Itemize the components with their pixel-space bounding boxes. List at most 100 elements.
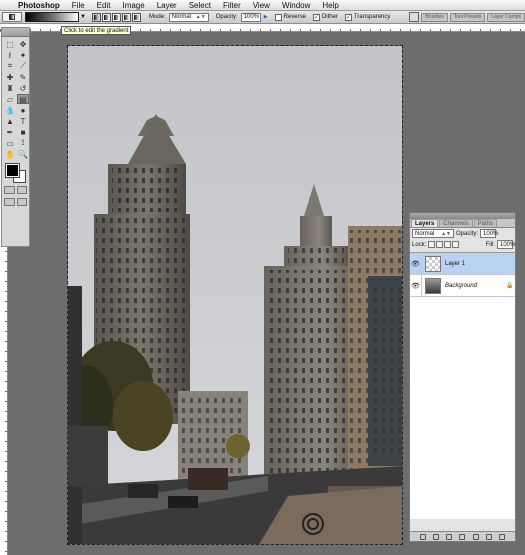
mode-label: Mode: bbox=[149, 14, 166, 20]
reverse-box[interactable] bbox=[274, 13, 282, 21]
layer-opacity-value: 100% bbox=[483, 230, 499, 237]
lock-position-icon[interactable] bbox=[444, 241, 452, 248]
visibility-eye-icon[interactable]: 👁 bbox=[410, 252, 422, 275]
tools-panel: ⬚ ✥ ℓ ✦ ⌗ ⟋ ✚ ✎ ♜ ↺ ▱ ▤ 💧 ● ▲ T ✒ ■ ▭ ⟟ … bbox=[1, 27, 30, 247]
blend-mode-select[interactable]: Normal ▲▼ bbox=[412, 229, 454, 238]
palette-well-icon[interactable] bbox=[409, 12, 420, 22]
layer-row-background[interactable]: 👁 Background 🔒 bbox=[410, 274, 515, 297]
eraser-tool-icon[interactable]: ▱ bbox=[4, 94, 16, 104]
foreground-color-swatch[interactable] bbox=[5, 163, 20, 178]
fill-label: Fill: bbox=[485, 241, 495, 248]
new-layer-icon[interactable] bbox=[486, 533, 493, 540]
crop-tool-icon[interactable]: ⌗ bbox=[4, 61, 16, 71]
shape-tool-icon[interactable]: ■ bbox=[17, 127, 29, 137]
layer-name: Background bbox=[445, 282, 478, 289]
menu-view[interactable]: View bbox=[253, 1, 270, 10]
diamond-gradient-button[interactable] bbox=[132, 12, 141, 22]
lock-pixels-icon[interactable] bbox=[436, 241, 444, 248]
angle-gradient-button[interactable] bbox=[112, 12, 121, 22]
dither-checkbox[interactable]: ✓ Dither bbox=[312, 13, 338, 21]
tool-preset-picker[interactable] bbox=[2, 12, 22, 22]
opacity-field[interactable]: 100% bbox=[240, 12, 261, 22]
gradient-editor-swatch[interactable]: ▼ bbox=[25, 12, 86, 22]
transparency-box[interactable]: ✓ bbox=[344, 13, 352, 21]
trash-icon[interactable] bbox=[499, 533, 506, 540]
opacity-value: 100% bbox=[243, 14, 260, 20]
eyedropper-tool-icon[interactable]: ⟟ bbox=[17, 138, 29, 148]
menu-window[interactable]: Window bbox=[282, 1, 310, 10]
city-buildings-photo bbox=[68, 46, 402, 544]
lock-icon: 🔒 bbox=[506, 283, 514, 289]
marquee-tool-icon[interactable]: ⬚ bbox=[4, 39, 16, 49]
layer-mask-icon[interactable] bbox=[446, 533, 453, 540]
move-tool-icon[interactable]: ✥ bbox=[17, 39, 29, 49]
menu-file[interactable]: File bbox=[72, 1, 85, 10]
lock-label: Lock: bbox=[412, 241, 427, 248]
radial-gradient-button[interactable] bbox=[102, 12, 111, 22]
layers-panel: Layers Channels Paths Normal ▲▼ Opacity: … bbox=[409, 212, 516, 542]
fill-field[interactable]: 100% bbox=[497, 240, 515, 249]
type-tool-icon[interactable]: T bbox=[17, 116, 29, 126]
layer-opacity-field[interactable]: 100% bbox=[480, 229, 499, 238]
select-arrows-icon: ▲▼ bbox=[195, 14, 206, 20]
well-tab-layer-comps[interactable]: Layer Comps bbox=[487, 12, 525, 22]
document-canvas[interactable] bbox=[67, 45, 403, 545]
layer-opacity-label: Opacity: bbox=[456, 230, 479, 237]
quick-mask-icon[interactable] bbox=[16, 186, 27, 194]
tab-layers[interactable]: Layers bbox=[411, 219, 439, 227]
menu-layer[interactable]: Layer bbox=[157, 1, 177, 10]
slice-tool-icon[interactable]: ⟋ bbox=[17, 61, 29, 71]
opacity-arrow-icon[interactable]: ▶ bbox=[264, 14, 268, 20]
screen-mode-icon[interactable] bbox=[4, 198, 15, 206]
lock-all-icon[interactable] bbox=[452, 241, 460, 248]
standard-mode-icon[interactable] bbox=[4, 186, 15, 194]
layer-style-icon[interactable] bbox=[432, 533, 439, 540]
gradient-tool-selected-icon[interactable]: ▤ bbox=[17, 94, 29, 104]
linear-gradient-button[interactable] bbox=[92, 12, 101, 22]
mode-select[interactable]: Normal ▲▼ bbox=[168, 12, 209, 22]
reverse-label: Reverse bbox=[283, 14, 306, 20]
transparency-checkbox[interactable]: ✓ Transparency bbox=[344, 13, 390, 21]
history-brush-tool-icon[interactable]: ↺ bbox=[17, 83, 29, 93]
path-selection-tool-icon[interactable]: ▲ bbox=[4, 116, 16, 126]
reverse-checkbox[interactable]: Reverse bbox=[274, 13, 306, 21]
visibility-eye-icon[interactable]: 👁 bbox=[410, 274, 422, 297]
layer-row-layer-1[interactable]: 👁 Layer 1 bbox=[410, 252, 515, 275]
blur-tool-icon[interactable]: 💧 bbox=[4, 105, 16, 115]
adjustment-layer-icon[interactable] bbox=[459, 533, 466, 540]
gradient-tooltip: Click to edit the gradient bbox=[61, 26, 132, 35]
menu-image[interactable]: Image bbox=[122, 1, 144, 10]
lasso-tool-icon[interactable]: ℓ bbox=[4, 50, 16, 60]
zoom-tool-icon[interactable]: 🔍 bbox=[17, 149, 29, 159]
well-tab-tool-presets[interactable]: Tool Presets bbox=[449, 12, 486, 22]
menu-select[interactable]: Select bbox=[189, 1, 211, 10]
clone-stamp-tool-icon[interactable]: ♜ bbox=[4, 83, 16, 93]
reflected-gradient-button[interactable] bbox=[122, 12, 131, 22]
tab-channels[interactable]: Channels bbox=[439, 219, 473, 227]
healing-brush-tool-icon[interactable]: ✚ bbox=[4, 72, 16, 82]
dodge-tool-icon[interactable]: ● bbox=[17, 105, 29, 115]
gradient-tool-icon bbox=[9, 14, 15, 20]
menu-app-name[interactable]: Photoshop bbox=[18, 1, 60, 10]
layers-panel-footer bbox=[410, 531, 515, 541]
link-layers-icon[interactable] bbox=[419, 533, 426, 540]
notes-tool-icon[interactable]: ▭ bbox=[4, 138, 16, 148]
opacity-label: Opacity: bbox=[215, 14, 238, 20]
magic-wand-tool-icon[interactable]: ✦ bbox=[17, 50, 29, 60]
tab-paths[interactable]: Paths bbox=[473, 219, 498, 227]
dither-box[interactable]: ✓ bbox=[312, 13, 320, 21]
menu-help[interactable]: Help bbox=[322, 1, 338, 10]
full-screen-mode-icon[interactable] bbox=[16, 198, 27, 206]
select-arrows-icon: ▲▼ bbox=[441, 230, 451, 237]
hand-tool-icon[interactable]: ✋ bbox=[4, 149, 16, 159]
menu-edit[interactable]: Edit bbox=[97, 1, 111, 10]
chevron-down-icon[interactable]: ▼ bbox=[80, 14, 86, 20]
brush-tool-icon[interactable]: ✎ bbox=[17, 72, 29, 82]
well-tab-brushes[interactable]: Brushes bbox=[421, 12, 448, 22]
menu-filter[interactable]: Filter bbox=[223, 1, 241, 10]
pen-tool-icon[interactable]: ✒ bbox=[4, 127, 16, 137]
new-group-icon[interactable] bbox=[472, 533, 479, 540]
tools-panel-header[interactable] bbox=[2, 28, 29, 37]
lock-transparency-icon[interactable] bbox=[428, 241, 436, 248]
layer-list: 👁 Layer 1 👁 Background 🔒 bbox=[410, 252, 515, 519]
